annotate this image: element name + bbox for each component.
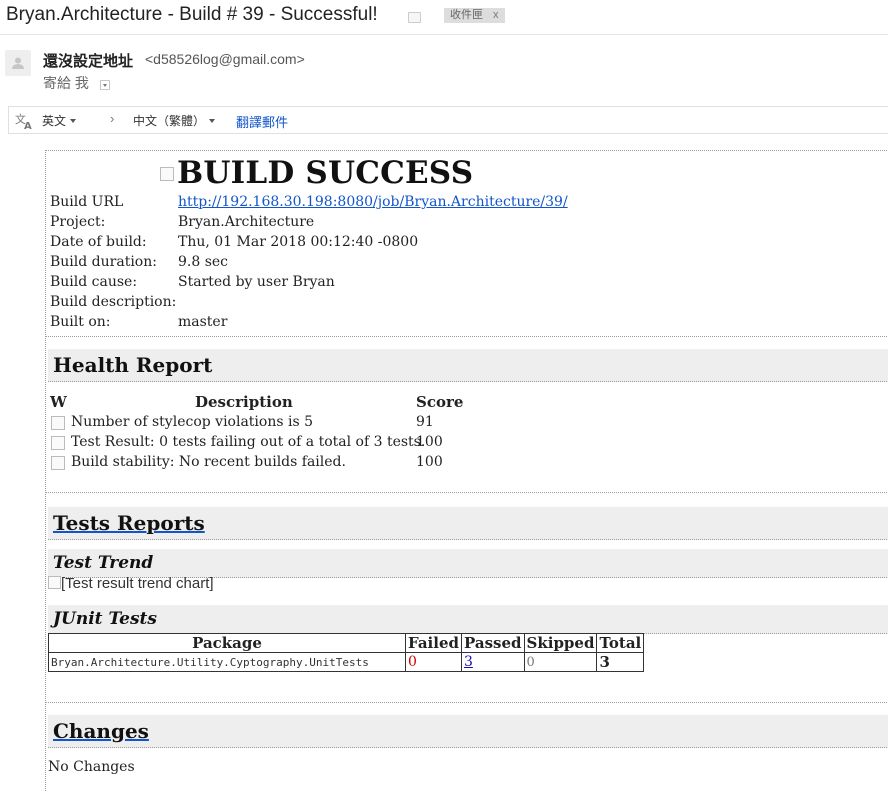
recipient-line: 寄給 我 [43,75,89,91]
field-label: Date of build: [50,234,147,250]
trend-chart-alt-text: [Test result trend chart] [61,575,214,592]
section-header: Health Report [48,349,888,382]
health-score: 100 [416,434,443,450]
recipient-details-dropdown-icon[interactable] [100,80,110,90]
column-header: Passed [460,633,525,653]
chevron-down-icon [70,119,77,123]
build-summary-section: BUILD SUCCESS Build URL http://192.168.3… [46,150,888,337]
passed-count: 3 [460,652,525,672]
changes-section: Changes No Changes [46,702,888,803]
skipped-count: 0 [523,652,598,672]
translate-icon: 文 A [15,112,32,131]
column-header: Package [48,633,406,653]
inbox-label-chip[interactable]: 收件匣 x [444,8,505,23]
junit-tests-heading: JUnit Tests [53,609,157,629]
column-header: Score [416,393,464,411]
target-language-label: 中文（繁體） [133,114,206,128]
column-header: Total [596,633,645,653]
health-score: 100 [416,454,443,470]
field-label: Build description: [50,294,177,310]
health-description: Build stability: No recent builds failed… [71,454,346,470]
avatar[interactable] [5,50,31,76]
svg-text:A: A [24,121,32,131]
field-label: Build URL [50,194,124,210]
translate-bar: 文 A 英文 › 中文（繁體） 翻譯郵件 [8,106,888,134]
health-description: Number of stylecop violations is 5 [71,414,313,430]
build-title: BUILD SUCCESS [160,155,473,191]
field-label: Built on: [50,314,111,330]
field-value: Thu, 01 Mar 2018 00:12:40 -0800 [178,234,419,250]
changes-text: No Changes [48,759,135,775]
source-language-select[interactable]: 英文 [42,112,77,129]
trend-chart-image: [Test result trend chart] [48,575,214,592]
field-value: http://192.168.30.198:8080/job/Bryan.Arc… [178,194,568,210]
broken-image-icon [48,576,61,589]
weather-icon [51,456,65,470]
source-language-label: 英文 [42,114,67,128]
subsection-header: Test Trend [48,549,888,578]
health-report-heading: Health Report [53,353,213,377]
junit-table: Package Failed Passed Skipped Total Brya… [48,633,645,672]
section-header: Tests Reports [48,507,888,540]
subsection-header: JUnit Tests [48,605,888,634]
table-row: Bryan.Architecture.Utility.Cyptography.U… [48,652,645,672]
translate-message-link[interactable]: 翻譯郵件 [236,112,288,131]
section-header: Changes [48,715,888,748]
important-marker-icon[interactable] [408,12,421,23]
column-header: W [50,393,67,411]
target-language-select[interactable]: 中文（繁體） [133,112,216,129]
sender-email: <d58526log@gmail.com> [145,51,305,67]
field-label: Project: [50,214,106,230]
passed-count-link[interactable]: 3 [464,654,473,670]
total-count: 3 [596,652,645,672]
changes-heading[interactable]: Changes [53,719,149,743]
health-score: 91 [416,414,434,430]
build-url-link[interactable]: http://192.168.30.198:8080/job/Bryan.Arc… [178,194,568,210]
tests-reports-section: Tests Reports Test Trend [Test result tr… [46,492,888,703]
arrow-right-icon: › [110,111,115,126]
sender-name[interactable]: 還沒設定地址 [43,50,133,71]
remove-label-button[interactable]: x [493,9,499,21]
build-report: BUILD SUCCESS Build URL http://192.168.3… [45,150,888,791]
field-label: Build cause: [50,274,138,290]
column-header: Failed [405,633,462,653]
chevron-down-icon [209,119,216,123]
column-header: Description [195,393,293,411]
health-description: Test Result: 0 tests failing out of a to… [71,434,426,450]
weather-icon [51,416,65,430]
field-value: Bryan.Architecture [178,214,315,230]
field-value: Started by user Bryan [178,274,335,290]
subject-bar: Bryan.Architecture - Build # 39 - Succes… [0,0,888,35]
weather-icon [51,436,65,450]
build-status-heading: BUILD SUCCESS [177,155,474,191]
email-subject: Bryan.Architecture - Build # 39 - Succes… [6,4,378,25]
table-header-row: Package Failed Passed Skipped Total [48,633,645,653]
package-name: Bryan.Architecture.Utility.Cyptography.U… [48,652,406,672]
failed-count: 0 [405,652,462,672]
broken-image-icon [160,167,174,181]
column-header: Skipped [523,633,598,653]
label-text: 收件匣 [450,9,483,21]
field-value: master [178,314,228,330]
health-report-section: Health Report W Description Score Number… [46,336,888,493]
test-trend-heading: Test Trend [53,553,154,573]
sender-row: 還沒設定地址 <d58526log@gmail.com> 寄給 我 [0,42,888,98]
tests-reports-heading[interactable]: Tests Reports [53,511,205,535]
field-label: Build duration: [50,254,157,270]
person-icon [12,57,24,69]
field-value: 9.8 sec [178,254,229,270]
